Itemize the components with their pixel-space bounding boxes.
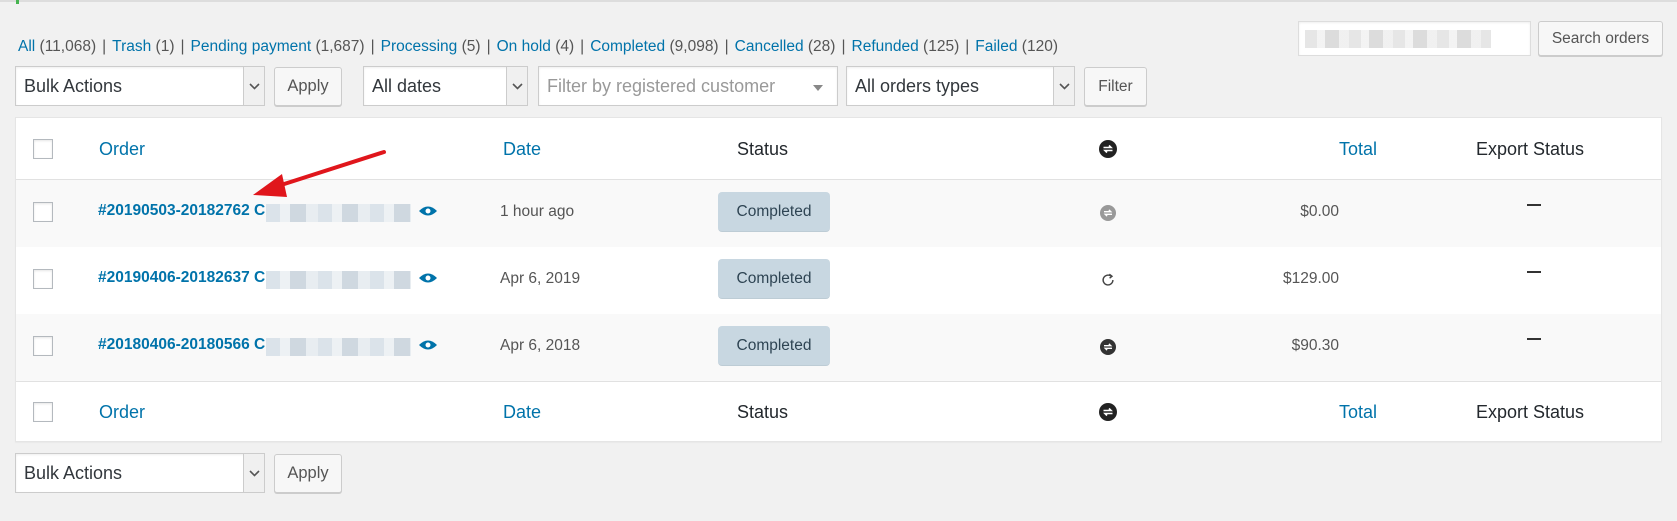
filter-failed-count: (120) xyxy=(1021,38,1058,55)
search-orders-button[interactable]: Search orders xyxy=(1538,21,1663,56)
filter-button[interactable]: Filter xyxy=(1084,67,1147,106)
order-date: 1 hour ago xyxy=(500,203,575,220)
filter-processing-link[interactable]: Processing xyxy=(381,38,458,55)
separator: | xyxy=(102,38,107,55)
renewal-icon xyxy=(1102,273,1114,286)
separator: | xyxy=(180,38,185,55)
column-total[interactable]: Total xyxy=(1339,402,1377,423)
redacted-customer-name xyxy=(266,204,411,222)
top-divider xyxy=(0,0,1677,4)
order-types-value: All orders types xyxy=(855,75,980,96)
notice-marker xyxy=(16,0,19,4)
export-status-dash xyxy=(1527,338,1541,340)
dates-select[interactable]: All dates xyxy=(363,66,528,106)
order-total: $0.00 xyxy=(1300,203,1339,220)
separator: | xyxy=(370,38,375,55)
chevron-down-icon xyxy=(506,67,527,105)
column-status: Status xyxy=(737,139,789,159)
customer-filter-placeholder: Filter by registered customer xyxy=(547,75,776,96)
separator: | xyxy=(965,38,970,55)
table-row[interactable]: #20190406-20182637 C Apr 6, 2019 Complet… xyxy=(16,247,1661,314)
order-status-filters: All (11,068) | Trash (1) | Pending payment (… xyxy=(18,38,1058,56)
filter-cancelled-link[interactable]: Cancelled xyxy=(735,38,804,55)
column-order[interactable]: Order xyxy=(99,402,145,423)
export-status-dash xyxy=(1527,271,1541,273)
subscription-icon xyxy=(1099,140,1117,158)
subscription-icon xyxy=(1099,403,1117,421)
filter-completed-count: (9,098) xyxy=(669,38,719,55)
column-status: Status xyxy=(737,402,789,422)
order-types-select[interactable]: All orders types xyxy=(846,66,1075,106)
filter-trash-link[interactable]: Trash xyxy=(112,38,151,55)
select-all-checkbox[interactable] xyxy=(33,402,53,422)
order-number-link[interactable]: #20190406-20182637 C xyxy=(98,269,265,287)
preview-eye-icon[interactable] xyxy=(418,339,438,351)
column-total[interactable]: Total xyxy=(1339,139,1377,160)
apply-button-bottom[interactable]: Apply xyxy=(274,454,342,493)
filter-failed-link[interactable]: Failed xyxy=(975,38,1017,55)
table-header-row: Order Date Status Total Export Status xyxy=(16,118,1661,180)
status-badge: Completed xyxy=(718,259,830,299)
redacted-customer-name xyxy=(266,338,411,356)
order-date: Apr 6, 2018 xyxy=(500,337,581,354)
column-date[interactable]: Date xyxy=(503,139,541,160)
chevron-down-icon xyxy=(243,67,264,105)
preview-eye-icon[interactable] xyxy=(418,272,438,284)
select-all-checkbox[interactable] xyxy=(33,139,53,159)
filter-all-link[interactable]: All xyxy=(18,38,35,55)
column-order[interactable]: Order xyxy=(99,139,145,160)
order-date: Apr 6, 2019 xyxy=(500,270,581,287)
dates-value: All dates xyxy=(372,75,442,96)
preview-eye-icon[interactable] xyxy=(418,205,438,217)
export-status-dash xyxy=(1527,204,1541,206)
apply-button[interactable]: Apply xyxy=(274,67,342,106)
subscription-grey-icon xyxy=(1100,205,1116,221)
table-row[interactable]: #20190503-20182762 C 1 hour ago Complete… xyxy=(16,180,1661,247)
row-checkbox[interactable] xyxy=(33,202,53,222)
column-export-status: Export Status xyxy=(1476,402,1585,422)
bulk-actions-value: Bulk Actions xyxy=(24,75,123,96)
row-checkbox[interactable] xyxy=(33,336,53,356)
filter-completed-link[interactable]: Completed xyxy=(590,38,665,55)
search-orders-input[interactable] xyxy=(1298,21,1531,56)
status-badge: Completed xyxy=(718,326,830,366)
chevron-down-icon xyxy=(243,454,264,492)
column-date[interactable]: Date xyxy=(503,402,541,423)
filter-on-hold-link[interactable]: On hold xyxy=(497,38,551,55)
filter-processing-count: (5) xyxy=(461,38,481,55)
filter-on-hold-count: (4) xyxy=(555,38,575,55)
column-export-status: Export Status xyxy=(1476,139,1585,159)
order-total: $129.00 xyxy=(1282,270,1339,287)
redacted-customer-name xyxy=(266,271,411,289)
caret-down-icon xyxy=(813,85,823,91)
order-number-link[interactable]: #20190503-20182762 C xyxy=(98,202,265,220)
filter-refunded-count: (125) xyxy=(923,38,960,55)
order-number-link[interactable]: #20180406-20180566 C xyxy=(98,336,265,354)
separator: | xyxy=(724,38,729,55)
filter-pending-count: (1,687) xyxy=(315,38,365,55)
order-total: $90.30 xyxy=(1291,337,1339,354)
filter-all-count: (11,068) xyxy=(39,38,97,55)
orders-table: Order Date Status Total Export Status #2… xyxy=(15,117,1662,442)
status-badge: Completed xyxy=(718,192,830,232)
separator: | xyxy=(580,38,585,55)
redacted-search-text xyxy=(1305,30,1491,48)
separator: | xyxy=(486,38,491,55)
table-row[interactable]: #20180406-20180566 C Apr 6, 2018 Complet… xyxy=(16,314,1661,381)
filter-trash-count: (1) xyxy=(155,38,175,55)
customer-filter-select[interactable]: Filter by registered customer xyxy=(538,66,838,106)
bulk-actions-select-bottom[interactable]: Bulk Actions xyxy=(15,453,265,493)
filter-pending-link[interactable]: Pending payment xyxy=(191,38,312,55)
filter-refunded-link[interactable]: Refunded xyxy=(852,38,919,55)
separator: | xyxy=(841,38,846,55)
subscription-icon xyxy=(1100,339,1116,355)
chevron-down-icon xyxy=(1053,67,1074,105)
table-footer-row: Order Date Status Total Export Status xyxy=(16,381,1661,442)
bulk-actions-select[interactable]: Bulk Actions xyxy=(15,66,265,106)
bulk-actions-value: Bulk Actions xyxy=(24,462,123,483)
row-checkbox[interactable] xyxy=(33,269,53,289)
filter-cancelled-count: (28) xyxy=(807,38,836,55)
